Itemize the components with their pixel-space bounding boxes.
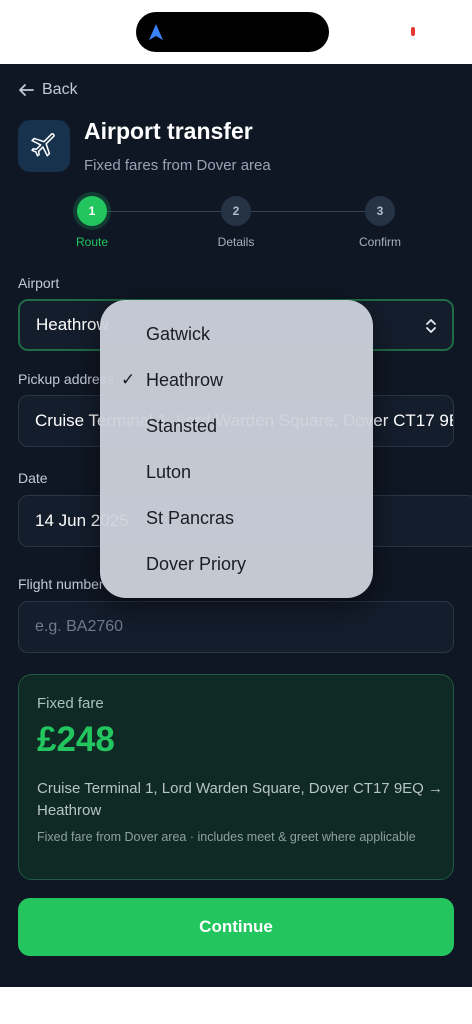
dropdown-option-luton[interactable]: Luton: [100, 449, 373, 495]
step-connector: [106, 211, 221, 212]
dropdown-option-stansted[interactable]: Stansted: [100, 403, 373, 449]
status-bar: [0, 0, 472, 64]
airport-dropdown-menu: Gatwick ✓ Heathrow Stansted Luton St Pan…: [100, 300, 373, 598]
step-1-circle: 1: [77, 196, 107, 226]
fare-route: Cruise Terminal 1, Lord Warden Square, D…: [37, 780, 444, 819]
step-3-circle: 3: [365, 196, 395, 226]
airport-value: Heathrow: [36, 315, 109, 334]
progress-stepper: 1 2 3 Route Details Confirm: [0, 194, 472, 254]
date-label: Date: [18, 470, 48, 486]
option-label: Luton: [146, 461, 192, 482]
option-label: Dover Priory: [146, 553, 247, 574]
dropdown-option-dover-priory[interactable]: Dover Priory: [100, 541, 373, 587]
step-connector: [251, 211, 365, 212]
recording-indicator: [411, 27, 415, 36]
step-2-label: Details: [217, 235, 255, 249]
step-2-circle: 2: [221, 196, 251, 226]
dynamic-island: [136, 12, 329, 52]
option-label: St Pancras: [146, 507, 235, 528]
option-label: Heathrow: [146, 369, 224, 390]
back-label: Back: [42, 81, 78, 98]
flight-number-input[interactable]: e.g. BA2760: [18, 601, 454, 653]
chevron-updown-icon: [426, 319, 436, 333]
page-subtitle: Fixed fares from Dover area: [84, 157, 271, 174]
checkmark-icon: ✓: [121, 370, 136, 389]
option-label: Stansted: [146, 415, 218, 436]
app-screen: Back Airport transfer Fixed fares from D…: [0, 64, 472, 987]
dropdown-option-heathrow[interactable]: ✓ Heathrow: [100, 357, 373, 403]
flight-label: Flight number: [18, 576, 104, 592]
home-indicator-area: [0, 987, 472, 1024]
page-title: Airport transfer: [84, 118, 253, 144]
plane-icon: [31, 133, 55, 157]
flight-placeholder: e.g. BA2760: [35, 618, 124, 635]
fare-summary-card: Fixed fare £248 Cruise Terminal 1, Lord …: [18, 674, 454, 880]
continue-button[interactable]: Continue: [18, 898, 454, 956]
back-button[interactable]: Back: [18, 80, 78, 100]
fare-label: Fixed fare: [37, 695, 104, 712]
dropdown-option-gatwick[interactable]: Gatwick: [100, 311, 373, 357]
location-arrow-icon: [149, 24, 163, 40]
fare-note: Fixed fare from Dover area · includes me…: [37, 830, 416, 844]
option-label: Gatwick: [146, 323, 211, 344]
fare-amount: £248: [37, 720, 115, 759]
airport-label: Airport: [18, 275, 60, 291]
step-1-label: Route: [75, 235, 109, 249]
plane-icon-tile: [18, 120, 70, 172]
arrow-left-icon: [19, 84, 34, 96]
dropdown-option-st-pancras[interactable]: St Pancras: [100, 495, 373, 541]
step-3-label: Confirm: [358, 235, 401, 249]
